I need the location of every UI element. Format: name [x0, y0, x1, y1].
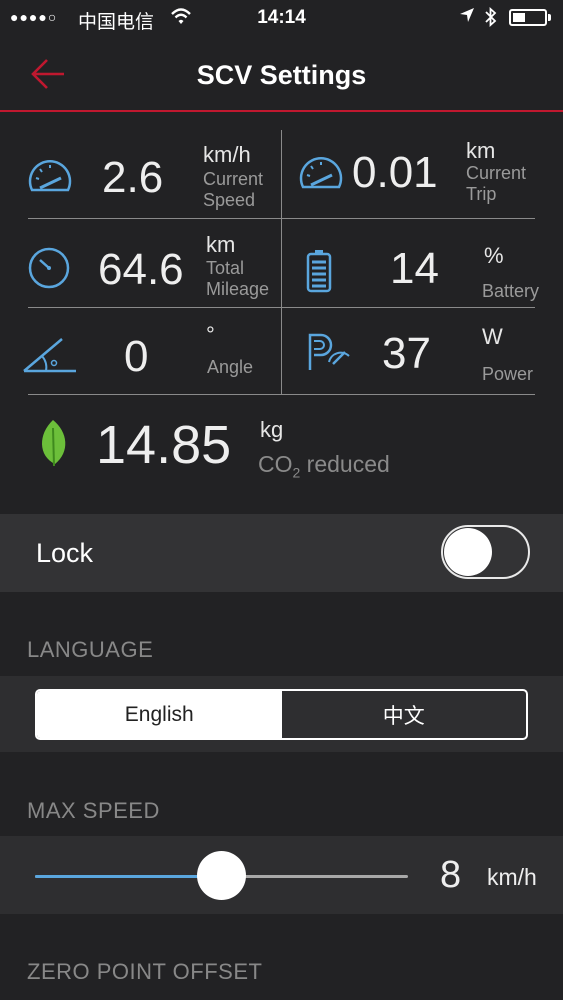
language-segmented-control[interactable]: English 中文	[35, 689, 528, 740]
grid-divider-3	[28, 394, 535, 395]
leaf-icon	[36, 418, 70, 473]
location-arrow-icon	[458, 6, 476, 30]
angle-icon	[22, 335, 78, 380]
speedometer-icon	[26, 156, 74, 201]
grid-divider-1	[28, 218, 535, 219]
co2-value: 14.85	[96, 415, 232, 475]
nav-divider	[0, 110, 563, 112]
back-button[interactable]	[30, 58, 66, 95]
battery-unit: %	[484, 243, 504, 268]
language-section-header: LANGUAGE	[27, 637, 154, 662]
max-speed-slider-fill	[35, 875, 222, 878]
angle-unit: °	[206, 322, 215, 347]
nav-bar: SCV Settings	[0, 36, 563, 110]
current-trip-label: Current Trip	[466, 163, 527, 204]
co2-label: CO2 reduced	[258, 451, 390, 481]
page-title: SCV Settings	[196, 60, 367, 90]
current-trip-unit: km	[466, 138, 496, 163]
current-speed-label: Current Speed	[203, 169, 264, 210]
battery-tip	[548, 14, 551, 21]
angle-value: 0	[124, 332, 149, 381]
power-unit: W	[482, 324, 503, 349]
current-speed-unit: km/h	[203, 142, 251, 167]
grid-divider-vertical	[281, 130, 282, 395]
trip-gauge-icon	[297, 153, 345, 198]
power-label: Power	[482, 364, 534, 384]
total-mileage-label: Total Mileage	[206, 258, 270, 299]
language-option-english[interactable]: English	[37, 691, 282, 738]
battery-icon	[509, 9, 547, 26]
lock-label: Lock	[36, 538, 94, 568]
power-icon	[307, 332, 353, 377]
bluetooth-icon	[484, 6, 498, 33]
status-bar: ●●●●○ 中国电信 14:14	[0, 0, 563, 36]
lock-toggle-knob[interactable]	[444, 528, 492, 576]
current-trip-value: 0.01	[352, 148, 438, 197]
zero-point-offset-section-header: ZERO POINT OFFSET	[27, 959, 263, 984]
back-arrow-icon	[31, 59, 64, 89]
max-speed-unit: km/h	[487, 864, 537, 890]
total-mileage-value: 64.6	[98, 245, 184, 294]
angle-label: Angle	[207, 357, 254, 377]
max-speed-value: 8	[440, 854, 462, 896]
grid-divider-2	[28, 307, 535, 308]
status-time: 14:14	[257, 7, 306, 28]
co2-unit: kg	[260, 417, 284, 442]
battery-label: Battery	[482, 281, 540, 301]
battery-value: 14	[390, 244, 439, 293]
max-speed-slider-knob[interactable]	[197, 851, 246, 900]
battery-level-icon	[306, 249, 332, 298]
max-speed-section-header: MAX SPEED	[27, 798, 160, 823]
stopwatch-icon	[26, 246, 72, 295]
language-option-chinese[interactable]: 中文	[282, 691, 527, 738]
power-value: 37	[382, 329, 431, 378]
total-mileage-unit: km	[206, 232, 236, 257]
current-speed-value: 2.6	[102, 153, 164, 202]
